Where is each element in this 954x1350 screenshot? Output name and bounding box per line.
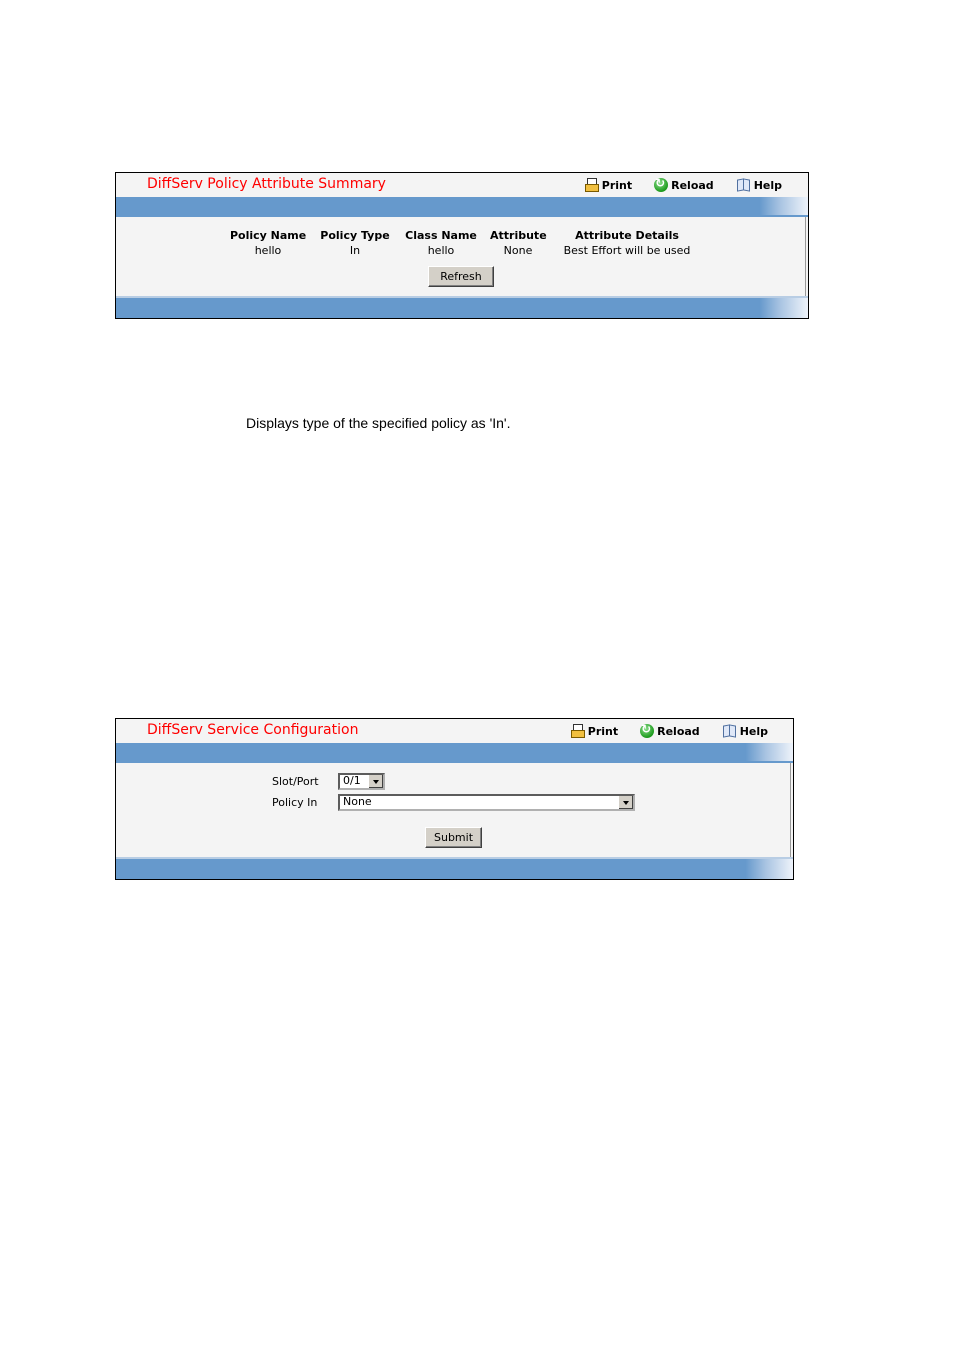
inner-border (805, 217, 806, 298)
refresh-button[interactable]: Refresh (428, 266, 494, 287)
help-label: Help (739, 724, 768, 738)
table-cell: hello (254, 244, 282, 257)
reload-icon (640, 722, 655, 738)
column-header: Attribute Details (575, 229, 679, 242)
column-policy-name: Policy Name hello (230, 229, 306, 257)
panel-title: DiffServ Policy Attribute Summary (147, 176, 386, 192)
header-divider-bar (116, 743, 793, 763)
table-cell: Best Effort will be used (563, 244, 691, 257)
table-cell: hello (427, 244, 455, 257)
reload-label: Reload (671, 178, 714, 192)
policy-in-select[interactable]: None (338, 794, 635, 811)
printer-icon (584, 178, 599, 192)
panel-toolbar: Print Reload Help (548, 722, 768, 738)
help-button[interactable]: Help (736, 178, 782, 192)
panel-header: DiffServ Service Configuration Print Rel… (116, 719, 793, 743)
chevron-down-icon[interactable] (618, 796, 633, 809)
inner-border (790, 763, 791, 859)
table-cell: None (503, 244, 533, 257)
slot-port-value: 0/1 (343, 774, 361, 787)
header-divider-bar (116, 197, 808, 217)
reload-icon (654, 176, 669, 192)
policy-in-label: Policy In (272, 796, 318, 809)
printer-icon (570, 724, 585, 738)
column-attribute: Attribute None (490, 229, 547, 257)
panel-title: DiffServ Service Configuration (147, 722, 359, 738)
service-configuration-panel: DiffServ Service Configuration Print Rel… (115, 718, 794, 880)
help-button[interactable]: Help (722, 724, 768, 738)
print-label: Print (587, 724, 619, 738)
chevron-down-icon[interactable] (368, 775, 383, 788)
print-label: Print (601, 178, 633, 192)
book-icon (722, 724, 737, 738)
policy-in-value: None (343, 795, 372, 808)
column-header: Attribute (490, 229, 547, 242)
column-policy-type: Policy Type In (319, 229, 391, 257)
policy-type-description: Displays type of the specified policy as… (246, 415, 511, 431)
slot-port-select[interactable]: 0/1 (338, 773, 385, 790)
policy-attribute-summary-panel: DiffServ Policy Attribute Summary Print … (115, 172, 809, 319)
slot-port-label: Slot/Port (272, 775, 319, 788)
footer-bar (116, 296, 808, 318)
column-header: Policy Type (320, 229, 390, 242)
print-button[interactable]: Print (570, 724, 618, 738)
reload-button[interactable]: Reload (640, 722, 700, 738)
help-label: Help (753, 178, 782, 192)
reload-label: Reload (657, 724, 700, 738)
submit-button[interactable]: Submit (425, 827, 482, 848)
print-button[interactable]: Print (584, 178, 632, 192)
panel-toolbar: Print Reload Help (562, 176, 782, 192)
column-header: Class Name (405, 229, 477, 242)
column-header: Policy Name (230, 229, 307, 242)
table-cell: In (349, 244, 361, 257)
reload-button[interactable]: Reload (654, 176, 714, 192)
panel-header: DiffServ Policy Attribute Summary Print … (116, 173, 808, 197)
footer-bar (116, 857, 793, 879)
column-attribute-details: Attribute Details Best Effort will be us… (559, 229, 695, 257)
column-class-name: Class Name hello (405, 229, 477, 257)
book-icon (736, 178, 751, 192)
